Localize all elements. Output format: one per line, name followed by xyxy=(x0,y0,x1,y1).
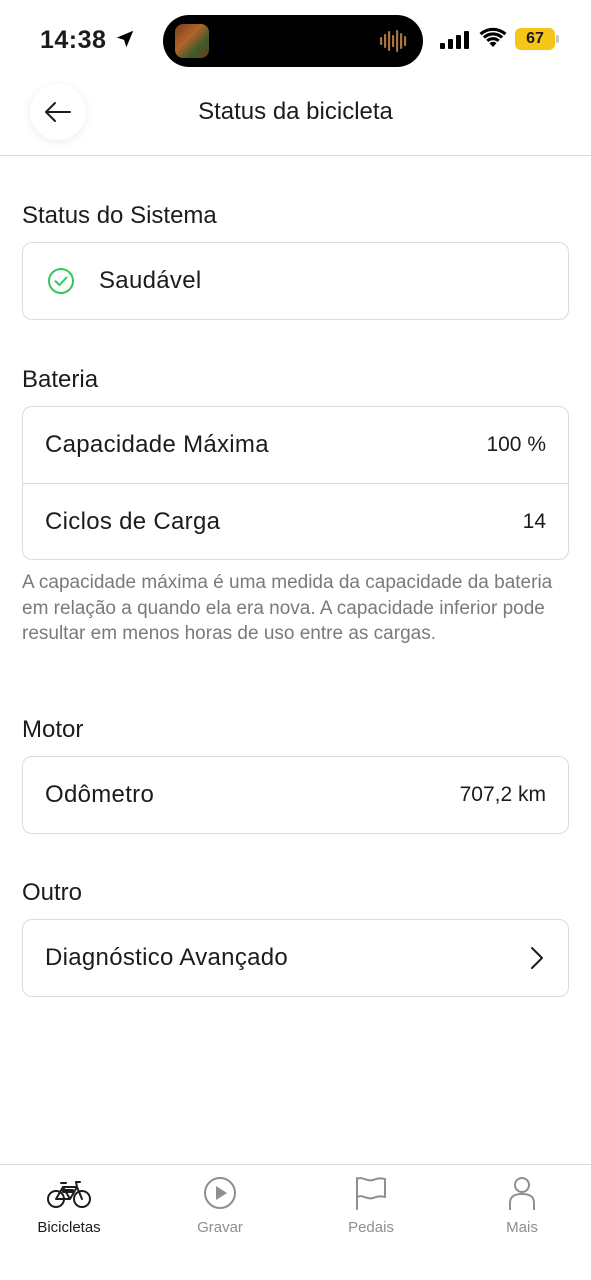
tab-label: Bicicletas xyxy=(37,1219,101,1236)
cellular-signal-icon xyxy=(440,31,469,49)
section-title-battery: Bateria xyxy=(22,366,99,393)
play-circle-icon xyxy=(204,1177,236,1209)
wifi-icon xyxy=(479,27,507,47)
system-status-text: Saudável xyxy=(99,267,202,294)
audio-waveform-icon xyxy=(380,30,407,52)
section-title-other: Outro xyxy=(22,879,83,906)
advanced-diagnostics-item[interactable]: Diagnóstico Avançado xyxy=(23,920,568,996)
tab-label: Mais xyxy=(506,1219,538,1236)
battery-indicator: 67 xyxy=(515,28,559,50)
flag-icon xyxy=(356,1177,386,1210)
chevron-right-icon xyxy=(531,947,543,969)
section-title-system: Status do Sistema xyxy=(22,202,217,229)
system-status-card: Saudável xyxy=(22,242,569,320)
charge-cycles-value: 14 xyxy=(522,509,546,533)
battery-tip xyxy=(556,35,559,43)
advanced-diagnostics-label: Diagnóstico Avançado xyxy=(45,944,289,971)
bicycle-icon xyxy=(47,1181,91,1208)
list-item: Ciclos de Carga 14 xyxy=(23,483,568,559)
battery-percentage: 67 xyxy=(526,30,544,47)
tab-bicicletas[interactable]: Bicicletas xyxy=(9,1175,129,1236)
list-item: Capacidade Máxima 100 % xyxy=(23,407,568,483)
tab-label: Pedais xyxy=(348,1219,394,1236)
navigation-header: Status da bicicleta xyxy=(0,80,591,156)
charge-cycles-label: Ciclos de Carga xyxy=(45,507,221,535)
tab-gravar[interactable]: Gravar xyxy=(160,1175,280,1236)
location-arrow-icon xyxy=(116,30,134,48)
now-playing-artwork xyxy=(175,24,209,58)
battery-capacity-note: A capacidade máxima é uma medida da capa… xyxy=(22,572,553,644)
odometer-label: Odômetro xyxy=(45,781,155,808)
max-capacity-label: Capacidade Máxima xyxy=(45,431,269,458)
tab-mais[interactable]: Mais xyxy=(462,1175,582,1236)
check-circle-icon xyxy=(48,268,74,294)
tab-label: Gravar xyxy=(197,1219,243,1236)
dynamic-island[interactable] xyxy=(163,15,423,67)
battery-card: Capacidade Máxima 100 % Ciclos de Carga … xyxy=(22,406,569,560)
odometer-value: 707,2 km xyxy=(459,783,546,806)
person-icon xyxy=(509,1177,535,1210)
tab-pedais[interactable]: Pedais xyxy=(311,1175,431,1236)
other-card: Diagnóstico Avançado xyxy=(22,919,569,997)
tab-bar: Bicicletas Gravar Pedais Mais xyxy=(0,1164,591,1280)
motor-card: Odômetro 707,2 km xyxy=(22,756,569,834)
page-title: Status da bicicleta xyxy=(198,98,393,125)
list-item: Odômetro 707,2 km xyxy=(23,757,568,833)
status-bar: 14:38 67 xyxy=(0,0,591,80)
status-time: 14:38 xyxy=(40,26,107,54)
max-capacity-value: 100 % xyxy=(486,433,546,456)
section-title-motor: Motor xyxy=(22,716,84,743)
